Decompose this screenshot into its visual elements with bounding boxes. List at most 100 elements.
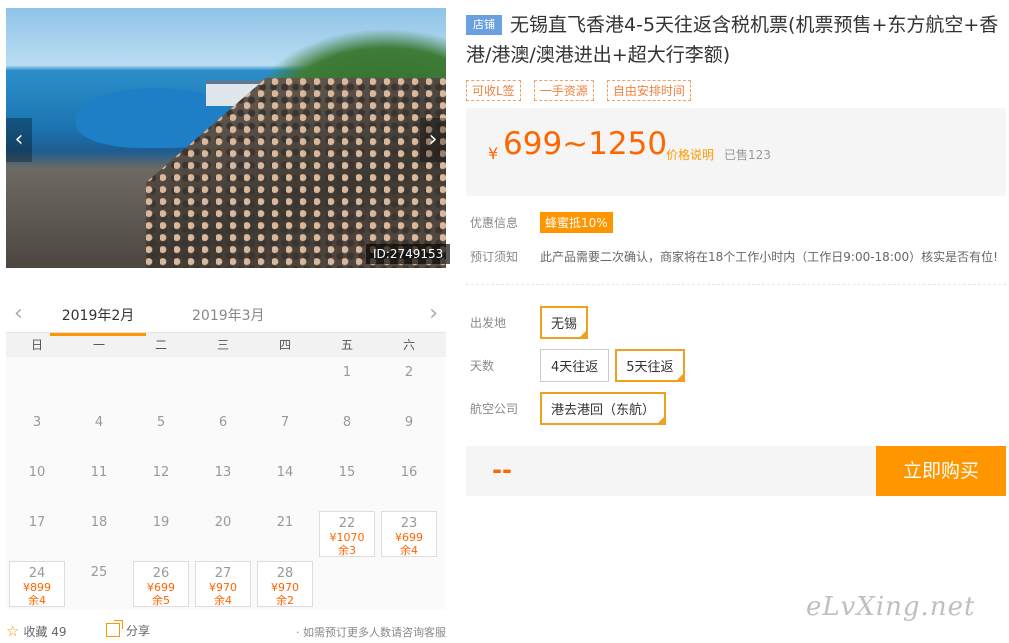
day-number: 2 xyxy=(404,365,414,380)
days-option-5[interactable]: 5天往返 xyxy=(615,349,685,382)
calendar-day: 25 xyxy=(71,561,127,607)
total-price: -- xyxy=(492,456,512,484)
day-number: 10 xyxy=(28,465,46,480)
airline-row: 航空公司 港去港回（东航） xyxy=(470,392,672,425)
month-tab-mar[interactable]: 2019年3月 xyxy=(192,305,265,325)
day-price: ¥899 xyxy=(23,581,51,594)
day-number: 12 xyxy=(152,465,170,480)
day-number: 8 xyxy=(342,415,352,430)
calendar-day: 11 xyxy=(71,461,127,507)
day-price: ¥699 xyxy=(147,581,175,594)
discount-row: 优惠信息 蜂蜜抵10% xyxy=(470,212,613,233)
calendar-day: 13 xyxy=(195,461,251,507)
calendar-day: 17 xyxy=(9,511,65,557)
weekday-label: 五 xyxy=(340,338,353,352)
product-title-text: 无锡直飞香港4-5天往返含税机票(机票预售+东方航空+香港/港澳/澳港进出+超大… xyxy=(466,14,999,66)
day-stock: 余2 xyxy=(276,594,294,607)
product-image-gallery xyxy=(6,8,446,268)
day-number: 6 xyxy=(218,415,228,430)
day-number: 23 xyxy=(400,516,418,531)
calendar-day xyxy=(9,361,65,407)
departure-row: 出发地 无锡 xyxy=(470,306,594,339)
buy-now-button[interactable]: 立即购买 xyxy=(876,446,1006,496)
calendar-next-icon[interactable]: › xyxy=(429,301,438,326)
calendar-day: 6 xyxy=(195,411,251,457)
calendar-day: 3 xyxy=(9,411,65,457)
product-tags: 可收L签 一手资源 自由安排时间 xyxy=(466,80,699,101)
day-price: ¥970 xyxy=(209,581,237,594)
day-number: 16 xyxy=(400,465,418,480)
day-number: 22 xyxy=(338,516,356,531)
days-row: 天数 4天往返 5天往返 xyxy=(470,349,691,382)
calendar-grid: 1 2 3 4 5 6 7 8 9 10 11 12 13 14 15 16 17 18 19 20 21 22 ¥1070… xyxy=(6,357,446,609)
notice-label: 预订须知 xyxy=(470,250,519,264)
weekday-label: 二 xyxy=(154,338,167,352)
tag: 自由安排时间 xyxy=(606,80,691,101)
day-stock: 余4 xyxy=(214,594,232,607)
calendar-day-available[interactable]: 28 ¥970 余2 xyxy=(257,561,313,607)
day-number: 13 xyxy=(214,465,232,480)
calendar-prev-icon[interactable]: ‹ xyxy=(14,301,23,326)
day-number: 1 xyxy=(342,365,352,380)
days-option-4[interactable]: 4天往返 xyxy=(540,349,610,382)
share-button[interactable]: 分享 xyxy=(106,620,150,639)
gallery-prev-button[interactable]: ‹ xyxy=(6,118,32,162)
day-number: 14 xyxy=(276,465,294,480)
day-stock: 余4 xyxy=(400,544,418,557)
tag: 可收L签 xyxy=(466,80,521,101)
day-number: 18 xyxy=(90,515,108,530)
gallery-next-button[interactable]: › xyxy=(420,118,446,162)
product-title: 店铺 无锡直飞香港4-5天往返含税机票(机票预售+东方航空+香港/港澳/澳港进出+… xyxy=(466,10,1006,70)
sold-count: 已售123 xyxy=(724,148,771,162)
calendar-day-available[interactable]: 26 ¥699 余5 xyxy=(133,561,189,607)
calendar-day-available[interactable]: 24 ¥899 余4 xyxy=(9,561,65,607)
discount-badge: 蜂蜜抵10% xyxy=(540,212,613,233)
calendar-day: 8 xyxy=(319,411,375,457)
departure-option[interactable]: 无锡 xyxy=(540,306,589,339)
calendar-day: 14 xyxy=(257,461,313,507)
departure-label: 出发地 xyxy=(470,316,507,330)
day-number: 3 xyxy=(32,415,42,430)
discount-label: 优惠信息 xyxy=(470,216,519,230)
favorite-button[interactable]: ☆ 收藏 49 xyxy=(6,622,67,640)
date-calendar: ‹ 2019年2月 2019年3月 › 日 一 二 三 四 五 六 123456… xyxy=(6,297,446,609)
day-number: 9 xyxy=(404,415,414,430)
calendar-day: 21 xyxy=(257,511,313,557)
buy-bar: -- 立即购买 xyxy=(466,446,1006,496)
day-number: 11 xyxy=(90,465,108,480)
day-number: 4 xyxy=(94,415,104,430)
day-number: 27 xyxy=(214,566,232,581)
day-stock: 余5 xyxy=(152,594,170,607)
calendar-day: 15 xyxy=(319,461,375,507)
calendar-day: 16 xyxy=(381,461,437,507)
day-number: 20 xyxy=(214,515,232,530)
tag: 一手资源 xyxy=(533,80,594,101)
calendar-day-available[interactable]: 23 ¥699 余4 xyxy=(381,511,437,557)
calendar-day: 18 xyxy=(71,511,127,557)
calendar-day: 9 xyxy=(381,411,437,457)
calendar-day: 10 xyxy=(9,461,65,507)
calendar-day-available[interactable]: 27 ¥970 余4 xyxy=(195,561,251,607)
price-explain-link[interactable]: 价格说明 xyxy=(666,146,714,163)
weekday-label: 六 xyxy=(402,338,415,352)
calendar-day: 12 xyxy=(133,461,189,507)
calendar-day: 5 xyxy=(133,411,189,457)
action-footer: ☆ 收藏 49 分享 · 如需预订更多人数请咨询客服 xyxy=(6,620,446,640)
day-number: 28 xyxy=(276,566,294,581)
star-icon: ☆ xyxy=(6,622,20,640)
weekday-label: 日 xyxy=(30,338,43,352)
calendar-day: 19 xyxy=(133,511,189,557)
month-tab-feb[interactable]: 2019年2月 xyxy=(50,305,146,336)
airline-option[interactable]: 港去港回（东航） xyxy=(540,392,667,425)
calendar-day: 4 xyxy=(71,411,127,457)
booking-note: · 如需预订更多人数请咨询客服 xyxy=(296,626,446,639)
calendar-header: ‹ 2019年2月 2019年3月 › xyxy=(6,297,446,336)
day-number: 17 xyxy=(28,515,46,530)
days-label: 天数 xyxy=(470,359,495,373)
weekday-header: 日 一 二 三 四 五 六 xyxy=(6,333,446,357)
section-divider xyxy=(466,284,1006,285)
day-number: 24 xyxy=(28,566,46,581)
calendar-day-available[interactable]: 22 ¥1070 余3 xyxy=(319,511,375,557)
watermark: eLvXing.net xyxy=(806,592,976,622)
weekday-label: 三 xyxy=(216,338,229,352)
